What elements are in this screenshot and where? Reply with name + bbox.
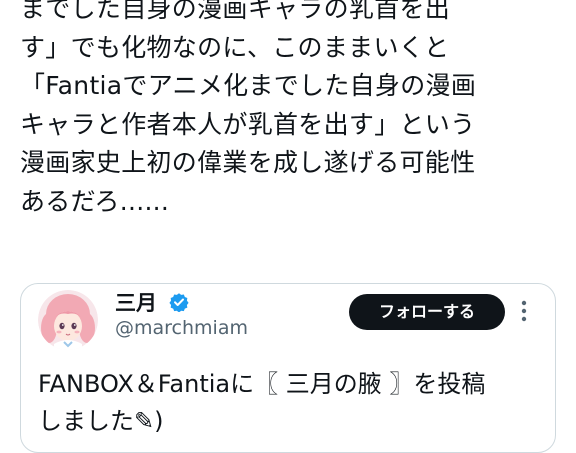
verified-badge-icon	[169, 293, 189, 312]
post-text-line: す」でも化物なのに、このままいくと	[20, 32, 450, 62]
more-vertical-icon[interactable]	[521, 300, 527, 322]
post-text-line: までした自身の漫画キャラの乳首を出	[20, 0, 451, 23]
post-text-line: 「Fantiaでアニメ化までした自身の漫画	[20, 71, 477, 100]
avatar[interactable]	[38, 290, 98, 350]
quoted-post-card[interactable]: 三月 @marchmiam フォローする FANBOX＆Fantiaに〖 三月の…	[20, 283, 556, 453]
avatar-image	[38, 290, 98, 350]
follow-button[interactable]: フォローする	[349, 294, 505, 330]
post-text-line: 漫画家史上初の偉業を成し遂げる可能性	[20, 148, 476, 177]
author-handle[interactable]: @marchmiam	[115, 317, 248, 339]
post-text: までした自身の漫画キャラの乳首を出 す」でも化物なのに、このままいくと 「Fan…	[20, 0, 560, 221]
quoted-post-text: FANBOX＆Fantiaに〖 三月の腋 〗を投稿 しました✎)	[38, 366, 543, 440]
author-name[interactable]: 三月	[115, 287, 157, 317]
post-text-line: あるだろ......	[20, 186, 170, 216]
quoted-text-line: FANBOX＆Fantiaに〖 三月の腋 〗を投稿	[38, 370, 486, 398]
quoted-text-line: しました✎)	[38, 407, 164, 435]
post-text-line: キャラと作者本人が乳首を出す」という	[20, 109, 476, 139]
